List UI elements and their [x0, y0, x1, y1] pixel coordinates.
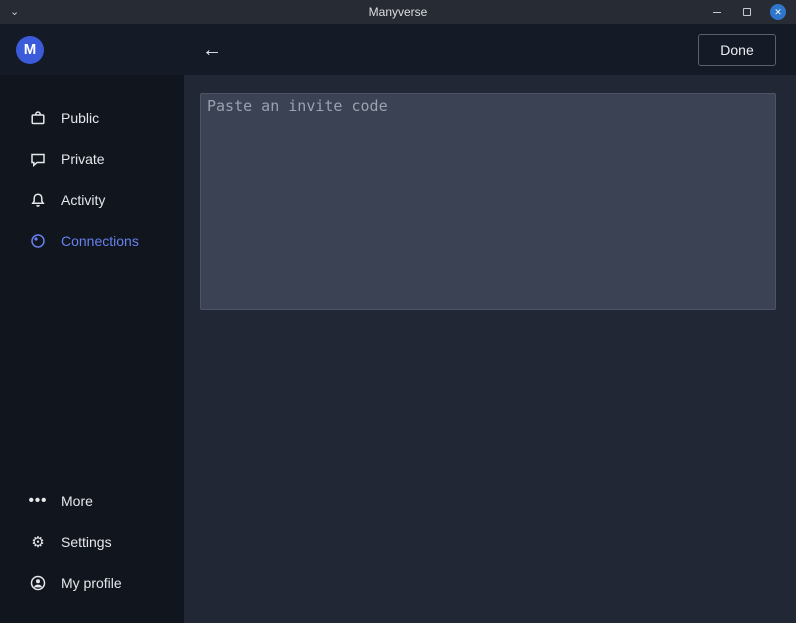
invite-code-input[interactable]: [200, 93, 776, 310]
sidebar-item-label: Activity: [61, 192, 105, 208]
minimize-button[interactable]: [710, 5, 724, 19]
sidebar: Public Private Activity: [0, 75, 184, 623]
connections-icon: [28, 232, 48, 250]
more-dots-icon: •••: [28, 492, 48, 509]
close-button[interactable]: ✕: [770, 4, 786, 20]
profile-icon: [28, 574, 48, 592]
sidebar-item-public[interactable]: Public: [0, 97, 184, 138]
sidebar-item-settings[interactable]: ⚙ Settings: [0, 521, 184, 562]
sidebar-item-connections[interactable]: Connections: [0, 220, 184, 261]
manyverse-logo: M: [16, 36, 44, 64]
sidebar-item-label: Settings: [61, 534, 112, 550]
sidebar-item-activity[interactable]: Activity: [0, 179, 184, 220]
sidebar-item-private[interactable]: Private: [0, 138, 184, 179]
sidebar-spacer: [0, 261, 184, 480]
sidebar-item-label: Private: [61, 151, 105, 167]
sidebar-item-label: Public: [61, 110, 99, 126]
activity-icon: [28, 191, 48, 209]
back-button[interactable]: ←: [202, 40, 222, 60]
window-menu-chevron-icon[interactable]: ⌄: [0, 0, 29, 24]
window-controls: ✕: [710, 4, 796, 20]
app-body: Public Private Activity: [0, 75, 796, 623]
app-header: M ← Done: [0, 24, 796, 75]
sidebar-item-my-profile[interactable]: My profile: [0, 562, 184, 603]
private-icon: [28, 150, 48, 168]
restore-icon: [743, 8, 751, 16]
os-titlebar: ⌄ Manyverse ✕: [0, 0, 796, 24]
sidebar-item-more[interactable]: ••• More: [0, 480, 184, 521]
done-button[interactable]: Done: [698, 34, 776, 66]
minimize-icon: [713, 12, 721, 13]
window-title: Manyverse: [0, 5, 796, 19]
restore-button[interactable]: [740, 5, 754, 19]
sidebar-item-label: More: [61, 493, 93, 509]
sidebar-item-label: My profile: [61, 575, 122, 591]
sidebar-item-label: Connections: [61, 233, 139, 249]
public-icon: [28, 109, 48, 127]
main-content: [184, 75, 796, 623]
gear-icon: ⚙: [28, 533, 48, 551]
